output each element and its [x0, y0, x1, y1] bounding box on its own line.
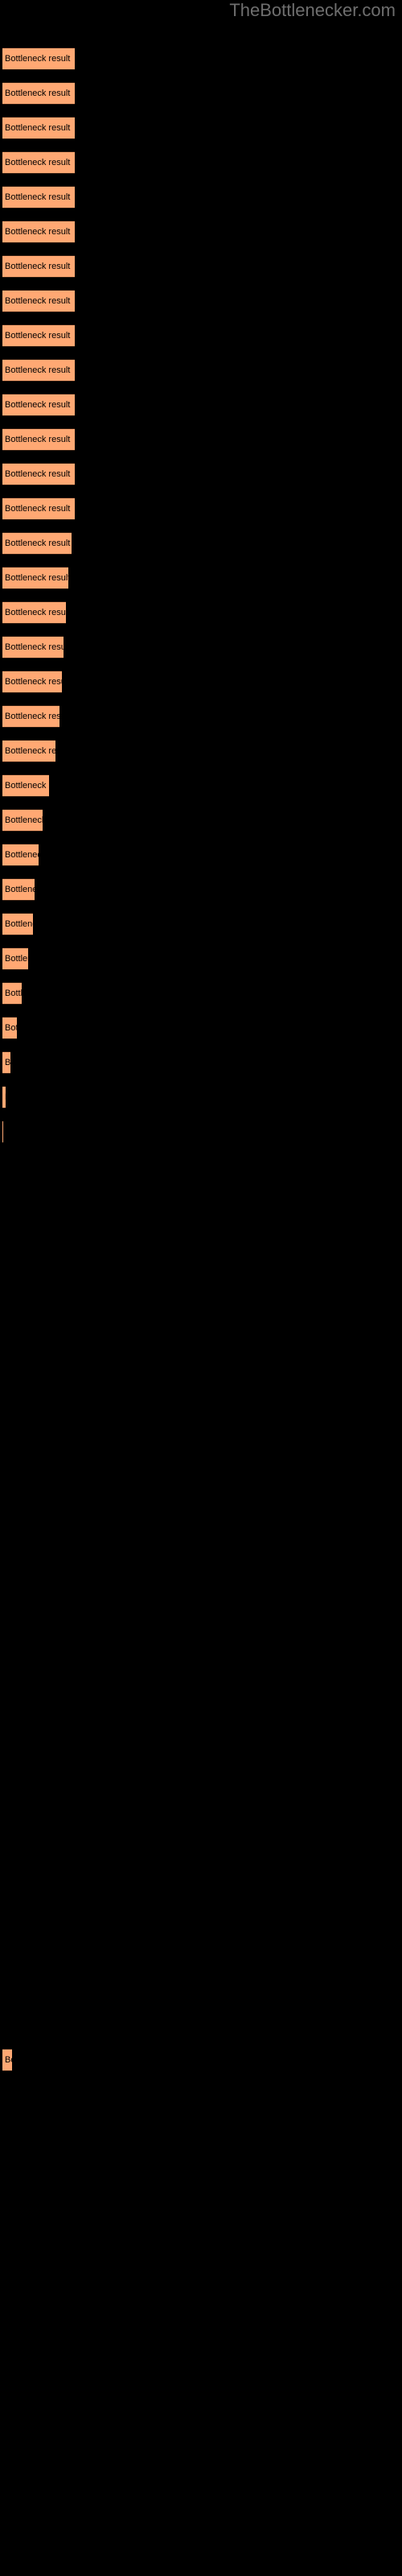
bar[interactable]: Bottleneck result [2, 394, 75, 416]
bar-label: Bottleneck result [5, 2055, 12, 2065]
bar[interactable]: Bottleneck result [2, 324, 75, 347]
bar[interactable]: Bottleneck result [2, 532, 72, 555]
bar-label: Bottleneck result [5, 815, 43, 825]
bar[interactable]: Bottleneck result [2, 82, 75, 105]
bar[interactable]: Bottleneck result [2, 671, 62, 693]
bar[interactable]: Bottleneck result [2, 1051, 10, 1074]
bar-label: Bottleneck result [5, 54, 71, 64]
bar-label: Bottleneck result [2, 1092, 6, 1102]
bar[interactable]: Bottleneck result [2, 47, 75, 70]
bar[interactable]: Bottleneck result [2, 878, 35, 901]
bar-label: Bottleneck result [5, 781, 49, 791]
bar-label: Bottleneck result [5, 608, 66, 617]
bar-label: Bottleneck result [5, 192, 71, 202]
bar[interactable]: Bottleneck result [2, 359, 75, 382]
bar-label: Bottleneck result [5, 642, 64, 652]
bar-label: Bottleneck result [5, 885, 35, 894]
bar-label: Bottleneck result [5, 227, 71, 237]
bar-label: Bottleneck result [5, 331, 71, 341]
bar[interactable]: Bottleneck result [2, 601, 66, 624]
bar-label: Bottleneck result [5, 123, 71, 133]
bar[interactable]: Bottleneck result [2, 1017, 17, 1039]
bar-label: Bottleneck result [5, 539, 71, 548]
bar[interactable]: Bottleneck result [2, 844, 39, 866]
bar-label: Bottleneck result [5, 435, 71, 444]
bar[interactable]: Bottleneck result [2, 636, 64, 658]
bar[interactable]: Bottleneck result [2, 186, 75, 208]
bar[interactable]: Bottleneck result [2, 567, 68, 589]
bar[interactable]: Bottleneck result [2, 947, 28, 970]
bar-label: Bottleneck result [5, 850, 39, 860]
bar[interactable]: Bottleneck result [2, 740, 55, 762]
bar-label: Bottleneck result [5, 89, 71, 98]
bar[interactable]: Bottleneck result [2, 913, 33, 935]
bar[interactable]: Bottleneck result [2, 1086, 6, 1108]
bar[interactable]: Bottleneck result [2, 221, 75, 243]
bar[interactable]: Bottleneck result [2, 290, 75, 312]
bar[interactable]: Bottleneck result [2, 151, 75, 174]
bar-label: Bottleneck result [5, 746, 55, 756]
bar-label: Bottleneck result [5, 400, 71, 410]
bar-label: Bottleneck result [5, 677, 62, 687]
bar-label: Bottleneck result [5, 296, 71, 306]
bar-label: Bottleneck result [5, 989, 22, 998]
bar-label: Bottleneck result [5, 504, 71, 514]
bar[interactable]: Bottleneck result [2, 497, 75, 520]
bar-series: Bottleneck result Bottleneck result Bottle… [0, 0, 402, 2576]
bar-label: Bottleneck result [5, 1058, 10, 1067]
bar-label: Bottleneck result [5, 469, 71, 479]
bar-label: Bottleneck result [5, 954, 28, 964]
bar[interactable]: Bottleneck result [2, 463, 75, 485]
bar-label: Bottleneck result [2, 1127, 3, 1137]
bar[interactable]: Bottleneck result [2, 2049, 12, 2071]
bar-label: Bottleneck result [5, 919, 33, 929]
bar[interactable]: Bottleneck result [2, 809, 43, 832]
bar[interactable]: Bottleneck result [2, 428, 75, 451]
bar-label: Bottleneck result [5, 1023, 17, 1033]
bar[interactable]: Bottleneck result [2, 774, 49, 797]
bar[interactable]: Bottleneck result [2, 982, 22, 1005]
bar-label: Bottleneck result [5, 365, 71, 375]
bar-label: Bottleneck result [5, 262, 71, 271]
bar-label: Bottleneck result [5, 712, 59, 721]
bar[interactable]: Bottleneck result [2, 705, 59, 728]
bar[interactable]: Bottleneck result [2, 1121, 3, 1143]
bar[interactable]: Bottleneck result [2, 117, 75, 139]
bottleneck-bar-chart: TheBottlenecker.com Bottleneck result Bot… [0, 0, 402, 2576]
bar[interactable]: Bottleneck result [2, 255, 75, 278]
bar-label: Bottleneck result [5, 158, 71, 167]
bar-label: Bottleneck result [5, 573, 68, 583]
